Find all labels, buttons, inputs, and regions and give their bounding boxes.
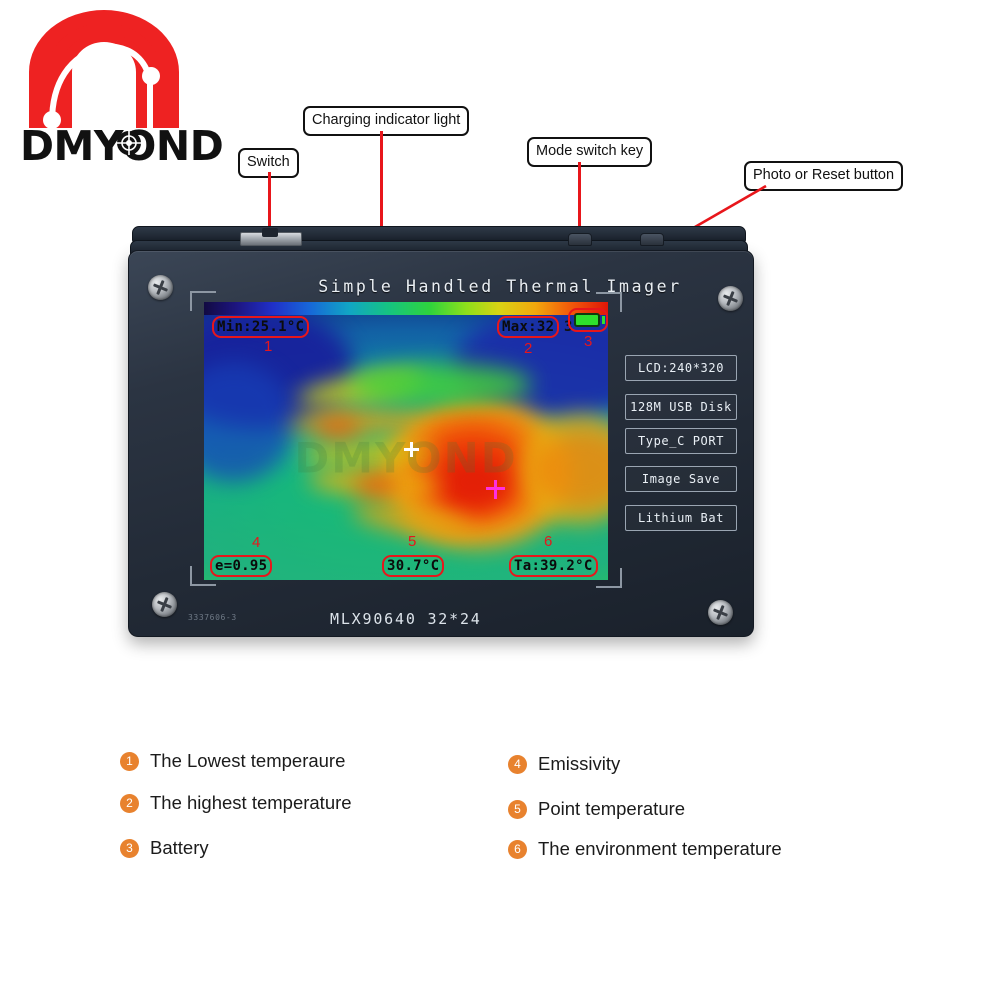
- leader-line-mode: [578, 162, 581, 234]
- callout-mode-switch: Mode switch key: [527, 137, 653, 167]
- legend-label-2: The highest temperature: [150, 792, 352, 813]
- mode-switch-button[interactable]: [568, 233, 592, 246]
- legend-badge-5: 5: [508, 799, 527, 819]
- callout-switch-label: Switch: [247, 154, 290, 170]
- thermal-mid-zone: [352, 364, 532, 404]
- callout-charging-indicator-label: Charging indicator light: [312, 112, 461, 128]
- marker-4: 4: [252, 534, 261, 551]
- legend-label-6: The environment temperature: [538, 838, 782, 859]
- marker-1: 1: [264, 338, 273, 355]
- product-infographic: DMYOND Switch Charging indicator light M…: [0, 0, 1000, 1000]
- legend-label-4: Emissivity: [538, 753, 621, 774]
- callout-charging-indicator: Charging indicator light: [303, 106, 470, 136]
- target-dot-icon: [117, 131, 141, 155]
- legend-item-4: 4 Emissivity: [508, 753, 620, 775]
- dmyond-arc-logo: [29, 10, 179, 128]
- legend-badge-1: 1: [120, 751, 139, 771]
- marker-6: 6: [544, 533, 553, 550]
- device-serial: 3337606-3: [188, 613, 237, 622]
- sensor-model-label: MLX90640 32*24: [330, 610, 482, 628]
- screw-bottom-right: [708, 600, 733, 625]
- spec-lithium-bat: Lithium Bat: [625, 505, 737, 531]
- thermal-display-screen[interactable]: DMYOND Min:25.1°C 1 Max:32 3 2 3 e=0.95 …: [204, 302, 608, 580]
- legend-item-5: 5 Point temperature: [508, 798, 685, 820]
- legend-badge-2: 2: [120, 793, 139, 813]
- center-crosshair-icon: [404, 442, 419, 457]
- thermal-finger-tip: [354, 476, 400, 494]
- marker-2: 2: [524, 340, 533, 357]
- photo-reset-button[interactable]: [640, 233, 664, 246]
- spec-lcd: LCD:240*320: [625, 355, 737, 381]
- power-switch[interactable]: [262, 228, 278, 237]
- legend-label-5: Point temperature: [538, 798, 686, 819]
- legend-item-2: 2 The highest temperature: [120, 792, 352, 814]
- legend-item-6: 6 The environment temperature: [508, 838, 782, 860]
- legend-item-3: 3 Battery: [120, 837, 209, 859]
- min-temp-readout: Min:25.1°C: [212, 316, 310, 338]
- legend-item-1: 1 The Lowest temperaure: [120, 750, 345, 772]
- legend-badge-6: 6: [508, 839, 527, 859]
- legend-badge-4: 4: [508, 754, 527, 774]
- thermal-colorbar: [204, 302, 608, 315]
- max-temp-readout: Max:32: [497, 316, 560, 338]
- screw-bottom-left: [152, 592, 177, 617]
- spec-type-c: Type_C PORT: [625, 428, 737, 454]
- marker-5: 5: [408, 533, 417, 550]
- emissivity-readout: e=0.95: [210, 555, 273, 577]
- brand-logo: DMYOND: [18, 10, 224, 170]
- ambient-temp-readout: Ta:39.2°C: [509, 555, 598, 577]
- spec-image-save: Image Save: [625, 466, 737, 492]
- point-crosshair-icon: [486, 480, 505, 499]
- battery-marker-box: [568, 308, 608, 332]
- thermal-finger-tip: [316, 418, 360, 436]
- legend-label-3: Battery: [150, 837, 209, 858]
- legend-badge-3: 3: [120, 838, 139, 858]
- marker-3: 3: [584, 333, 593, 350]
- leader-line-switch: [268, 172, 271, 234]
- callout-mode-switch-label: Mode switch key: [536, 143, 644, 159]
- leader-line-charging: [380, 131, 383, 234]
- point-temp-readout: 30.7°C: [382, 555, 445, 577]
- legend-label-1: The Lowest temperaure: [150, 750, 346, 771]
- callout-photo-reset-label: Photo or Reset button: [753, 167, 895, 183]
- device-title: Simple Handled Thermal Imager: [318, 277, 682, 296]
- spec-usb-disk: 128M USB Disk: [625, 394, 737, 420]
